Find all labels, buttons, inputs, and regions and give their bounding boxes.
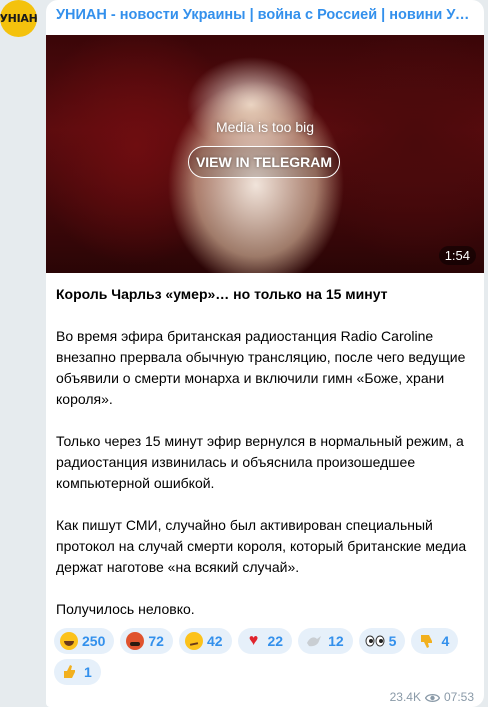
post-text: Король Чарльз «умер»… но только на 15 ми…	[56, 284, 476, 641]
reaction-thumbs-up[interactable]: 1	[54, 659, 101, 685]
post-paragraph: Получилось неловко.	[56, 601, 195, 617]
reaction-angry[interactable]: 72	[120, 628, 173, 654]
reactions-bar: 250 72 42 ♥ 22 12 5 4 1	[54, 628, 478, 685]
reaction-count: 42	[206, 633, 223, 649]
avatar-logo-text: УНІАН	[0, 12, 37, 25]
message-time: 07:53	[443, 690, 474, 704]
post-paragraph: Во время эфира британская радиостанция R…	[56, 328, 466, 407]
reaction-dove[interactable]: 12	[298, 628, 353, 654]
dove-icon	[304, 631, 324, 651]
reaction-count: 72	[148, 633, 164, 649]
reaction-count: 4	[441, 633, 450, 649]
video-duration-badge: 1:54	[438, 246, 476, 265]
thumbs-down-icon	[417, 631, 437, 651]
reaction-count: 1	[84, 664, 92, 680]
heart-icon: ♥	[248, 632, 259, 649]
reaction-grinning[interactable]: 250	[54, 628, 115, 654]
post-paragraph: Как пишут СМИ, случайно был активирован …	[56, 517, 467, 575]
reaction-count: 22	[267, 633, 284, 649]
video-preview[interactable]: Media is too big VIEW IN TELEGRAM 1:54	[46, 35, 484, 273]
telegram-post-page: УНІАН УНИАН - новости Украины | война с …	[0, 0, 488, 707]
thumbs-up-icon	[60, 662, 80, 682]
media-too-big-notice: Media is too big	[215, 119, 315, 135]
angry-face-icon	[126, 632, 145, 650]
reaction-count: 12	[328, 633, 344, 649]
reaction-heart[interactable]: ♥ 22	[237, 628, 293, 654]
reaction-eyes[interactable]: 5	[358, 628, 406, 654]
channel-title[interactable]: УНИАН - новости Украины | война с Россие…	[56, 7, 476, 23]
reaction-count: 250	[82, 633, 106, 649]
post-paragraph: Только через 15 минут эфир вернулся в но…	[56, 433, 464, 491]
views-count: 23.4K	[389, 690, 421, 704]
reaction-count: 5	[388, 633, 397, 649]
message-footer: 23.4K 07:53	[390, 690, 474, 704]
reaction-neutral[interactable]: 42	[178, 628, 232, 654]
channel-avatar[interactable]: УНІАН	[0, 0, 37, 37]
eyes-icon	[365, 631, 385, 651]
reaction-thumbs-down[interactable]: 4	[411, 628, 459, 654]
grinning-face-icon	[60, 632, 78, 650]
eye-icon	[424, 692, 441, 703]
message-bubble: УНИАН - новости Украины | война с Россие…	[46, 0, 484, 707]
neutral-face-icon	[184, 632, 203, 650]
view-in-telegram-button[interactable]: VIEW IN TELEGRAM	[188, 146, 340, 178]
post-headline: Король Чарльз «умер»… но только на 15 ми…	[56, 286, 388, 302]
